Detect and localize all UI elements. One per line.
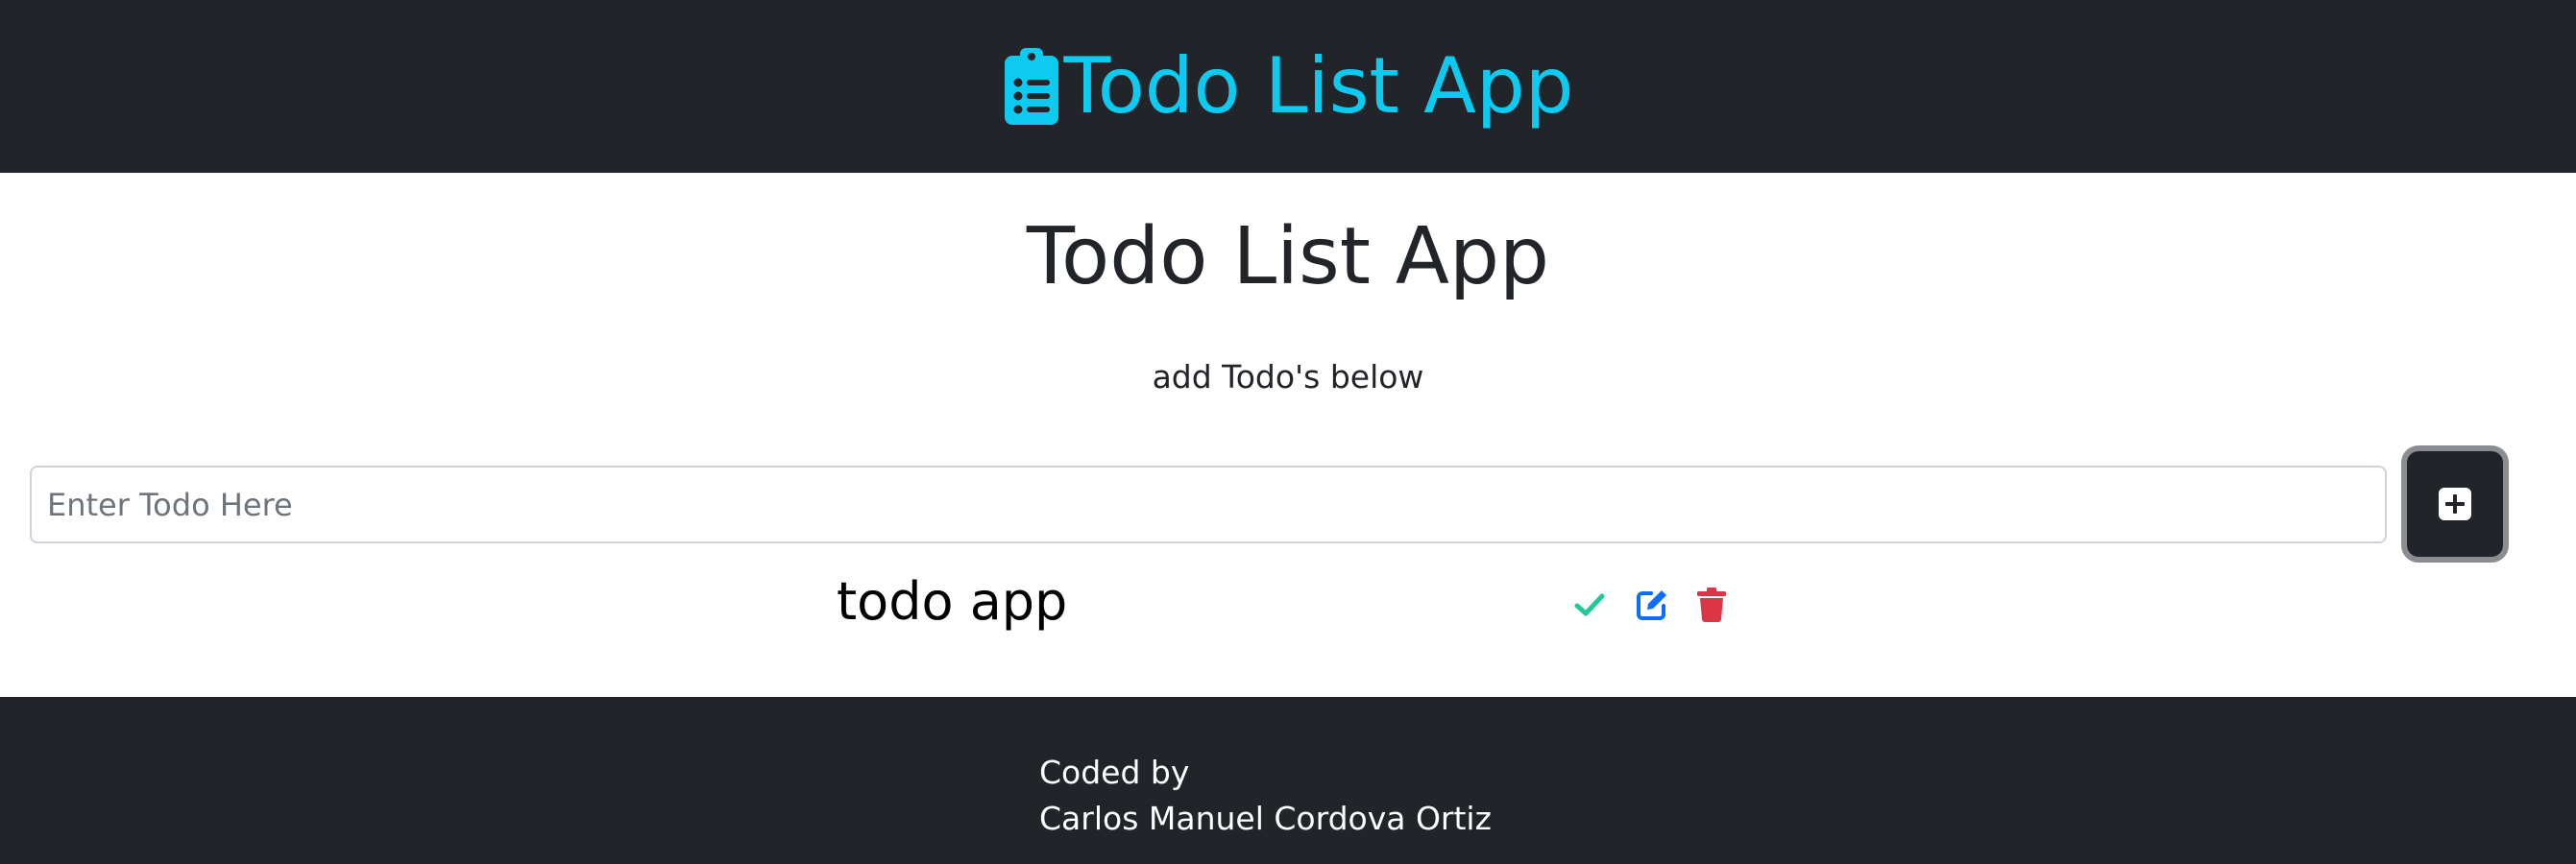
edit-icon [1636, 588, 1668, 621]
add-todo-button[interactable] [2401, 445, 2509, 563]
footer: Coded by Carlos Manuel Cordova Ortiz [0, 697, 2576, 864]
footer-author-name: Carlos Manuel Cordova Ortiz [1039, 800, 1492, 837]
page-title: Todo List App [1026, 211, 1550, 302]
navbar-brand[interactable]: Todo List App [1003, 41, 1574, 131]
check-icon [1574, 592, 1605, 617]
edit-todo-button[interactable] [1628, 576, 1676, 634]
clipboard-list-icon [1003, 48, 1064, 125]
plus-square-icon [2439, 488, 2471, 520]
navbar: Todo List App [0, 0, 2576, 173]
trash-icon [1697, 588, 1726, 622]
todo-input[interactable] [30, 466, 2387, 543]
navbar-brand-label: Todo List App [1063, 41, 1574, 131]
todo-text: todo app [837, 571, 1068, 632]
delete-todo-button[interactable] [1688, 576, 1736, 634]
todo-item: todo app [0, 576, 2576, 634]
complete-todo-button[interactable] [1566, 576, 1614, 634]
page-subtitle: add Todo's below [1152, 358, 1424, 396]
main-content: Todo List App add Todo's below todo app [0, 173, 2576, 697]
footer-credit-label: Coded by [1039, 754, 1190, 791]
